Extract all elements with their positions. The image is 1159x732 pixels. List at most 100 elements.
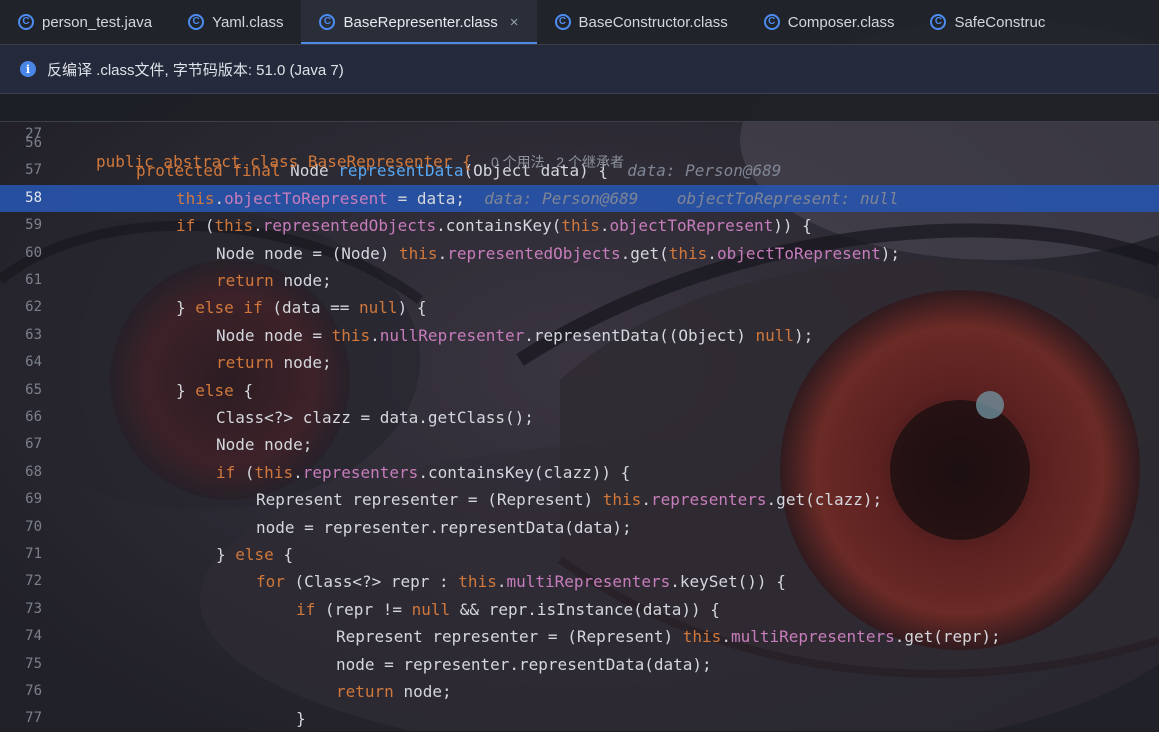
code-token: } [176, 298, 196, 318]
line-number[interactable]: 77 [0, 705, 42, 732]
class-file-icon: C [554, 14, 571, 30]
inline-debug-value: data: Person@689 [627, 161, 782, 181]
line-number[interactable]: 64 [0, 349, 42, 376]
code-token: this [214, 216, 254, 236]
code-line[interactable]: 66 Class<?> clazz = data.getClass(); [0, 404, 1159, 431]
code-token: Represent representer = (Represent) [256, 490, 603, 510]
code-token: this [682, 627, 722, 647]
line-number[interactable]: 59 [0, 212, 42, 239]
tab-baseconstructor-class[interactable]: C BaseConstructor.class [537, 0, 746, 44]
code-token: null [411, 599, 460, 619]
code-token: .keySet()) { [670, 572, 786, 592]
line-number[interactable]: 69 [0, 486, 42, 513]
close-tab-icon[interactable]: × [510, 14, 519, 31]
tab-label: BaseRepresenter.class [343, 13, 498, 31]
code-line[interactable]: 64 return node; [0, 349, 1159, 376]
code-token: node = representer.representData(data); [336, 654, 712, 674]
code-token: (repr != [324, 599, 412, 619]
tab-yaml-class[interactable]: C Yaml.class [170, 0, 301, 44]
line-number[interactable]: 61 [0, 267, 42, 294]
code-text: node = representer.representData(data); [256, 514, 632, 541]
line-number[interactable]: 70 [0, 514, 42, 541]
code-text: Node node = this.nullRepresenter.represe… [216, 322, 813, 349]
usages-hint[interactable]: 0 个用法 2 个继承者 [491, 154, 624, 170]
decompiled-info-banner: i 反编译 .class文件, 字节码版本: 51.0 (Java 7) [0, 45, 1159, 94]
code-line[interactable]: 70 node = representer.representData(data)… [0, 514, 1159, 541]
tab-label: Composer.class [787, 13, 895, 31]
code-line[interactable]: 75 node = representer.representData(data)… [0, 651, 1159, 678]
code-text: } else { [216, 541, 293, 568]
code-line[interactable]: 63 Node node = this.nullRepresenter.repre… [0, 322, 1159, 349]
line-number[interactable]: 73 [0, 596, 42, 623]
code-token: this [331, 325, 371, 345]
code-text: Represent representer = (Represent) this… [256, 486, 882, 513]
code-line[interactable]: 61 return node; [0, 267, 1159, 294]
code-token: this [668, 243, 708, 263]
code-token: nullRepresenter [379, 325, 525, 345]
line-number: 27 [25, 126, 42, 142]
code-line[interactable]: 65} else { [0, 377, 1159, 404]
code-token: { [283, 545, 294, 564]
code-line[interactable]: 68 if (this.representers.containsKey(claz… [0, 459, 1159, 486]
code-token: } [176, 380, 196, 400]
code-text: return node; [336, 678, 452, 705]
code-token: .containsKey(clazz)) { [418, 462, 631, 482]
line-number[interactable]: 72 [0, 568, 42, 595]
code-line[interactable]: 72 for (Class<?> repr : this.multiReprese… [0, 568, 1159, 595]
tab-baserepresenter-class[interactable]: C BaseRepresenter.class × [301, 0, 537, 44]
class-file-icon: C [930, 14, 947, 30]
tab-safeconstruc[interactable]: C SafeConstruc [912, 0, 1063, 44]
code-token: representedObjects [447, 243, 621, 263]
code-editor[interactable]: 27 public abstract class BaseRepresenter… [0, 94, 1159, 731]
code-text: Node node = (Node) this. representedObjec… [216, 240, 900, 267]
line-number[interactable]: 71 [0, 541, 42, 568]
code-line[interactable]: 73 if (repr != null && repr.isInstance(da… [0, 596, 1159, 623]
code-token: this [399, 243, 438, 263]
code-token: . [293, 462, 303, 482]
code-token: node; [283, 271, 332, 290]
tab-person-test-java[interactable]: Cperson_test.java [0, 0, 170, 44]
code-token: this [561, 216, 600, 236]
code-line[interactable]: 71 } else { [0, 541, 1159, 568]
line-number[interactable]: 76 [0, 678, 42, 705]
code-token: ) { [397, 298, 427, 318]
line-number[interactable]: 62 [0, 294, 42, 321]
tab-composer-class[interactable]: C Composer.class [746, 0, 913, 44]
code-token: this [254, 462, 294, 482]
code-text: this.objectToRepresent = data; data: Per… [176, 185, 898, 212]
code-text: return node; [216, 349, 332, 376]
class-file-icon: C [188, 14, 205, 30]
code-line[interactable]: 60 Node node = (Node) this. representedObj… [0, 240, 1159, 267]
line-number[interactable]: 67 [0, 431, 42, 458]
code-token: objectToRepresent [716, 243, 881, 263]
code-line[interactable]: 59 if (this.representedObjects.containsKe… [0, 212, 1159, 239]
code-line[interactable]: 76 return node; [0, 678, 1159, 705]
line-number[interactable]: 63 [0, 322, 42, 349]
current-execution-line[interactable]: 58 this.objectToRepresent = data; data: P… [0, 184, 1159, 212]
line-number[interactable]: 74 [0, 623, 42, 650]
line-number[interactable]: 68 [0, 459, 42, 486]
info-icon: i [20, 61, 36, 77]
line-number[interactable]: 75 [0, 651, 42, 678]
code-line[interactable]: 67 Node node; [0, 431, 1159, 458]
tab-label: person_test.java [42, 13, 153, 31]
line-number[interactable]: 66 [0, 404, 42, 431]
code-token: else if [195, 298, 273, 318]
code-text: } [296, 705, 306, 732]
code-line[interactable]: 62} else if (data == null) { [0, 294, 1159, 321]
code-token: . [707, 243, 717, 263]
line-number[interactable]: 65 [0, 377, 42, 404]
code-line[interactable]: 69 Represent representer = (Represent) th… [0, 486, 1159, 513]
code-token: && repr.isInstance(data)) { [459, 599, 720, 619]
code-line[interactable]: 77} [0, 705, 1159, 732]
java-class-icon: C [18, 14, 34, 30]
code-token: this [602, 490, 642, 510]
code-token: Node node = (Node) [216, 243, 400, 263]
code-token: . [253, 216, 263, 236]
code-token: return [216, 271, 284, 290]
code-token: if [296, 599, 325, 619]
line-number[interactable]: 60 [0, 240, 42, 267]
sticky-class-header[interactable]: 27 public abstract class BaseRepresenter… [0, 94, 1159, 171]
code-line[interactable]: 74 Represent representer = (Represent) th… [0, 623, 1159, 650]
code-text: Class<?> clazz = data.getClass(); [216, 404, 534, 431]
